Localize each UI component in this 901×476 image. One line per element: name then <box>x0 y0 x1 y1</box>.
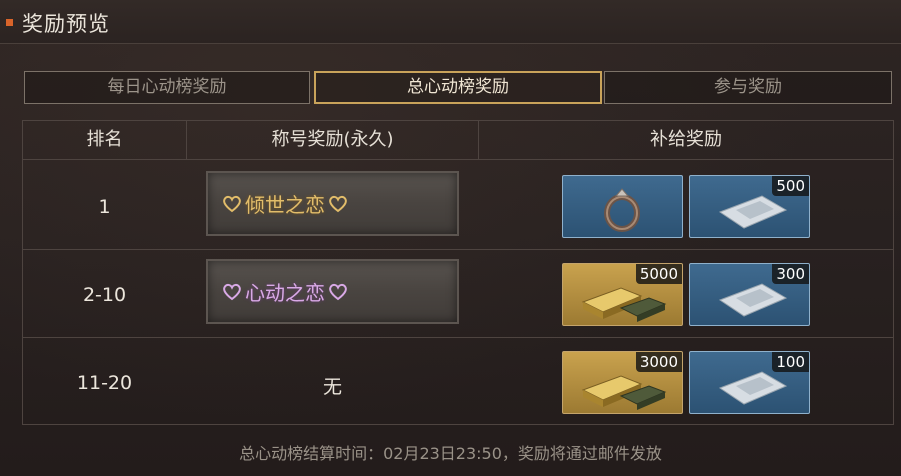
column-header-title-reward: 称号奖励(永久) <box>271 129 394 150</box>
item-count: 3000 <box>635 352 682 372</box>
reward-item-ring[interactable] <box>562 175 683 238</box>
tab-total-reward[interactable]: 总心动榜奖励 <box>314 71 602 104</box>
column-header-supply-reward: 补给奖励 <box>650 129 722 150</box>
rank-value: 2-10 <box>82 284 127 306</box>
column-header-rank: 排名 <box>86 129 123 150</box>
reward-item-gold[interactable]: 5000 <box>562 263 683 326</box>
tab-bar: 每日心动榜奖励 总心动榜奖励 参与奖励 <box>24 71 892 104</box>
title-none-text: 无 <box>322 376 342 398</box>
rank-value: 1 <box>98 196 111 218</box>
tab-daily-reward[interactable]: 每日心动榜奖励 <box>24 71 310 104</box>
settlement-notice: 总心动榜结算时间：02月23日23:50，奖励将通过邮件发放 <box>239 444 662 463</box>
item-count: 500 <box>772 176 809 196</box>
item-count: 5000 <box>635 264 682 284</box>
heart-icon <box>329 195 347 212</box>
ring-icon <box>604 188 640 232</box>
heart-icon <box>223 283 241 300</box>
item-count: 300 <box>772 264 809 284</box>
page-title: 奖励预览 <box>22 12 110 36</box>
title-name: 倾世之恋 <box>245 193 325 217</box>
reward-table: 排名 称号奖励(永久) 补给奖励 1 倾世之恋 500 2-10 心动之恋 50… <box>22 120 894 425</box>
title-plaque[interactable]: 倾世之恋 <box>206 171 459 236</box>
heart-icon <box>329 283 347 300</box>
tab-participation-reward[interactable]: 参与奖励 <box>604 71 892 104</box>
title-name: 心动之恋 <box>245 281 325 305</box>
reward-item-gold[interactable]: 3000 <box>562 351 683 414</box>
reward-item-silver[interactable]: 100 <box>689 351 810 414</box>
item-count: 100 <box>772 352 809 372</box>
reward-item-silver[interactable]: 300 <box>689 263 810 326</box>
reward-item-silver[interactable]: 500 <box>689 175 810 238</box>
accent-square-icon <box>6 19 13 26</box>
heart-icon <box>223 195 241 212</box>
rank-value: 11-20 <box>76 372 133 394</box>
header-bar: 奖励预览 <box>0 0 901 44</box>
title-plaque[interactable]: 心动之恋 <box>206 259 459 324</box>
